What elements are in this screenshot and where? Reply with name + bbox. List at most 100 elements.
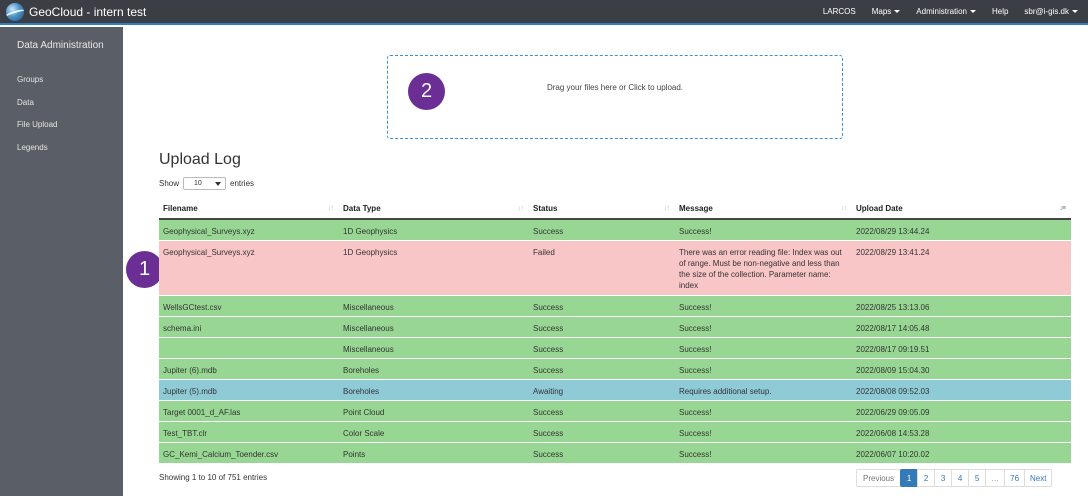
sidebar-item-groups[interactable]: Groups xyxy=(0,69,123,92)
table-row: Jupiter (6).mdb Boreholes Success Success! 2… xyxy=(159,357,1071,379)
cell-filename: WellsGCtest.csv xyxy=(159,294,339,316)
brand[interactable]: GeoCloud - intern test xyxy=(0,2,146,21)
column-header-upload-date[interactable]: Upload Date ↓≡ xyxy=(852,199,1071,220)
cell-status: Success xyxy=(529,218,675,240)
cell-status: Success xyxy=(529,441,675,463)
sidebar-item-file-upload[interactable]: File Upload xyxy=(0,114,123,137)
cell-filename: Jupiter (5).mdb xyxy=(159,378,339,400)
callout-badge-1: 1 xyxy=(126,251,163,288)
callout-badge-2: 2 xyxy=(408,73,445,110)
column-header-status[interactable]: Status ↓↑ xyxy=(529,199,675,220)
caret-down-icon xyxy=(894,10,901,13)
pagination-page[interactable]: 5 xyxy=(968,469,987,487)
cell-status: Success xyxy=(529,420,675,442)
cell-filename xyxy=(159,336,339,358)
file-dropzone[interactable]: Drag your files here or Click to upload. xyxy=(387,55,843,139)
cell-message: Requires additional setup. xyxy=(675,378,852,400)
column-label: Upload Date xyxy=(856,204,903,213)
column-header-filename[interactable]: Filename ↓↑ xyxy=(159,199,339,220)
sort-icon: ↓↑ xyxy=(841,205,847,212)
cell-data-type: Point Cloud xyxy=(339,399,529,421)
table-row: schema.ini Miscellaneous Success Success! 20… xyxy=(159,315,1071,337)
entries-select-value: 10 xyxy=(194,180,202,187)
pagination: Previous 1 2 3 4 5… 76 Next xyxy=(856,469,1053,487)
nav-label: LARCOS xyxy=(822,7,856,16)
caret-down-icon xyxy=(969,10,976,13)
pagination-page[interactable]: 76 xyxy=(1004,469,1026,487)
column-label: Status xyxy=(533,204,558,213)
cell-filename: Geophysical_Surveys.xyz xyxy=(159,218,339,240)
cell-message: Success! xyxy=(675,399,852,421)
cell-data-type: Boreholes xyxy=(339,378,529,400)
cell-upload-date: 2022/08/29 13:44.24 xyxy=(852,218,1071,240)
dropzone-text: Drag your files here or Click to upload. xyxy=(546,82,684,92)
sidebar: Data Administration Groups Data File Upl… xyxy=(0,27,123,496)
nav-item-maps[interactable]: Maps xyxy=(872,7,901,16)
sidebar-item-data[interactable]: Data xyxy=(0,92,123,115)
cell-upload-date: 2022/08/25 13:13.06 xyxy=(852,294,1071,316)
table-row: Geophysical_Surveys.xyz 1D Geophysics Fail… xyxy=(159,239,1071,295)
pagination-next[interactable]: Next xyxy=(1024,469,1053,487)
table-header-row: Filename ↓↑ Data Type ↓↑ Status ↓↑ Message ↓… xyxy=(159,199,1071,220)
table-row: GC_Kemi_Calcium_Toender.csv Points Success… xyxy=(159,441,1071,463)
nav-item-user[interactable]: sbr@i-gis.dk xyxy=(1024,7,1078,16)
cell-data-type: Points xyxy=(339,441,529,463)
cell-status: Success xyxy=(529,357,675,379)
table-row: Target 0001_d_AF.las Point Cloud Success Su… xyxy=(159,399,1071,421)
cell-data-type: Miscellaneous xyxy=(339,336,529,358)
cell-data-type: 1D Geophysics xyxy=(339,218,529,240)
cell-message: Success! xyxy=(675,357,852,379)
entries-length-control: Show 10 entries xyxy=(159,177,254,190)
cell-filename: Target 0001_d_AF.las xyxy=(159,399,339,421)
cell-message: Success! xyxy=(675,441,852,463)
cell-status: Success xyxy=(529,399,675,421)
column-header-data-type[interactable]: Data Type ↓↑ xyxy=(339,199,529,220)
cell-message: Success! xyxy=(675,315,852,337)
chevron-down-icon xyxy=(215,182,222,186)
cell-message: Success! xyxy=(675,218,852,240)
pagination-page[interactable]: 4 xyxy=(951,469,970,487)
cell-upload-date: 2022/06/29 09:05.09 xyxy=(852,399,1071,421)
top-navbar: GeoCloud - intern test LARCOS Maps Admin… xyxy=(0,0,1088,25)
nav-label: Maps xyxy=(871,7,892,16)
cell-status: Success xyxy=(529,336,675,358)
cell-status: Success xyxy=(529,315,675,337)
nav-item-administration[interactable]: Administration xyxy=(916,7,976,16)
table-row: Test_TBT.clr Color Scale Success Success! 20… xyxy=(159,420,1071,442)
table-info: Showing 1 to 10 of 751 entries xyxy=(159,473,268,482)
cell-filename: Test_TBT.clr xyxy=(159,420,339,442)
pagination-previous[interactable]: Previous xyxy=(856,469,902,487)
page-title: Upload Log xyxy=(159,151,241,168)
sidebar-item-legends[interactable]: Legends xyxy=(0,137,123,160)
entries-label: entries xyxy=(230,179,255,188)
cell-filename: Jupiter (6).mdb xyxy=(159,357,339,379)
column-label: Data Type xyxy=(343,204,381,213)
cell-filename: Geophysical_Surveys.xyz xyxy=(159,239,339,295)
cell-status: Success xyxy=(529,294,675,316)
cell-upload-date: 2022/06/08 14:53.28 xyxy=(852,420,1071,442)
table-row: Miscellaneous Success Success! 2022/08/17 0… xyxy=(159,336,1071,358)
column-label: Filename xyxy=(163,204,198,213)
cell-message: Success! xyxy=(675,420,852,442)
pagination-page[interactable]: 2 xyxy=(917,469,936,487)
nav-item-help[interactable]: Help xyxy=(992,7,1008,16)
cell-upload-date: 2022/08/09 15:04.30 xyxy=(852,357,1071,379)
cell-status: Awaiting xyxy=(529,378,675,400)
nav-label: Help xyxy=(991,7,1009,16)
pagination-page[interactable]: 3 xyxy=(934,469,953,487)
nav-label: sbr@i-gis.dk xyxy=(1024,7,1069,16)
cell-upload-date: 2022/06/07 10:20.02 xyxy=(852,441,1071,463)
nav-item-larcos[interactable]: LARCOS xyxy=(823,7,856,16)
upload-log-table: Filename ↓↑ Data Type ↓↑ Status ↓↑ Message ↓… xyxy=(159,199,1071,463)
sidebar-title: Data Administration xyxy=(17,40,104,51)
cell-filename: schema.ini xyxy=(159,315,339,337)
column-header-message[interactable]: Message ↓↑ xyxy=(675,199,852,220)
entries-select[interactable]: 10 xyxy=(183,177,227,190)
cell-message: There was an error reading file: Index w… xyxy=(675,239,852,295)
cell-filename: GC_Kemi_Calcium_Toender.csv xyxy=(159,441,339,463)
cell-data-type: Boreholes xyxy=(339,357,529,379)
column-label: Message xyxy=(679,204,713,213)
sort-icon: ↓↑ xyxy=(664,205,670,212)
pagination-page[interactable]: 1 xyxy=(900,469,919,487)
cell-upload-date: 2022/08/17 14:05.48 xyxy=(852,315,1071,337)
